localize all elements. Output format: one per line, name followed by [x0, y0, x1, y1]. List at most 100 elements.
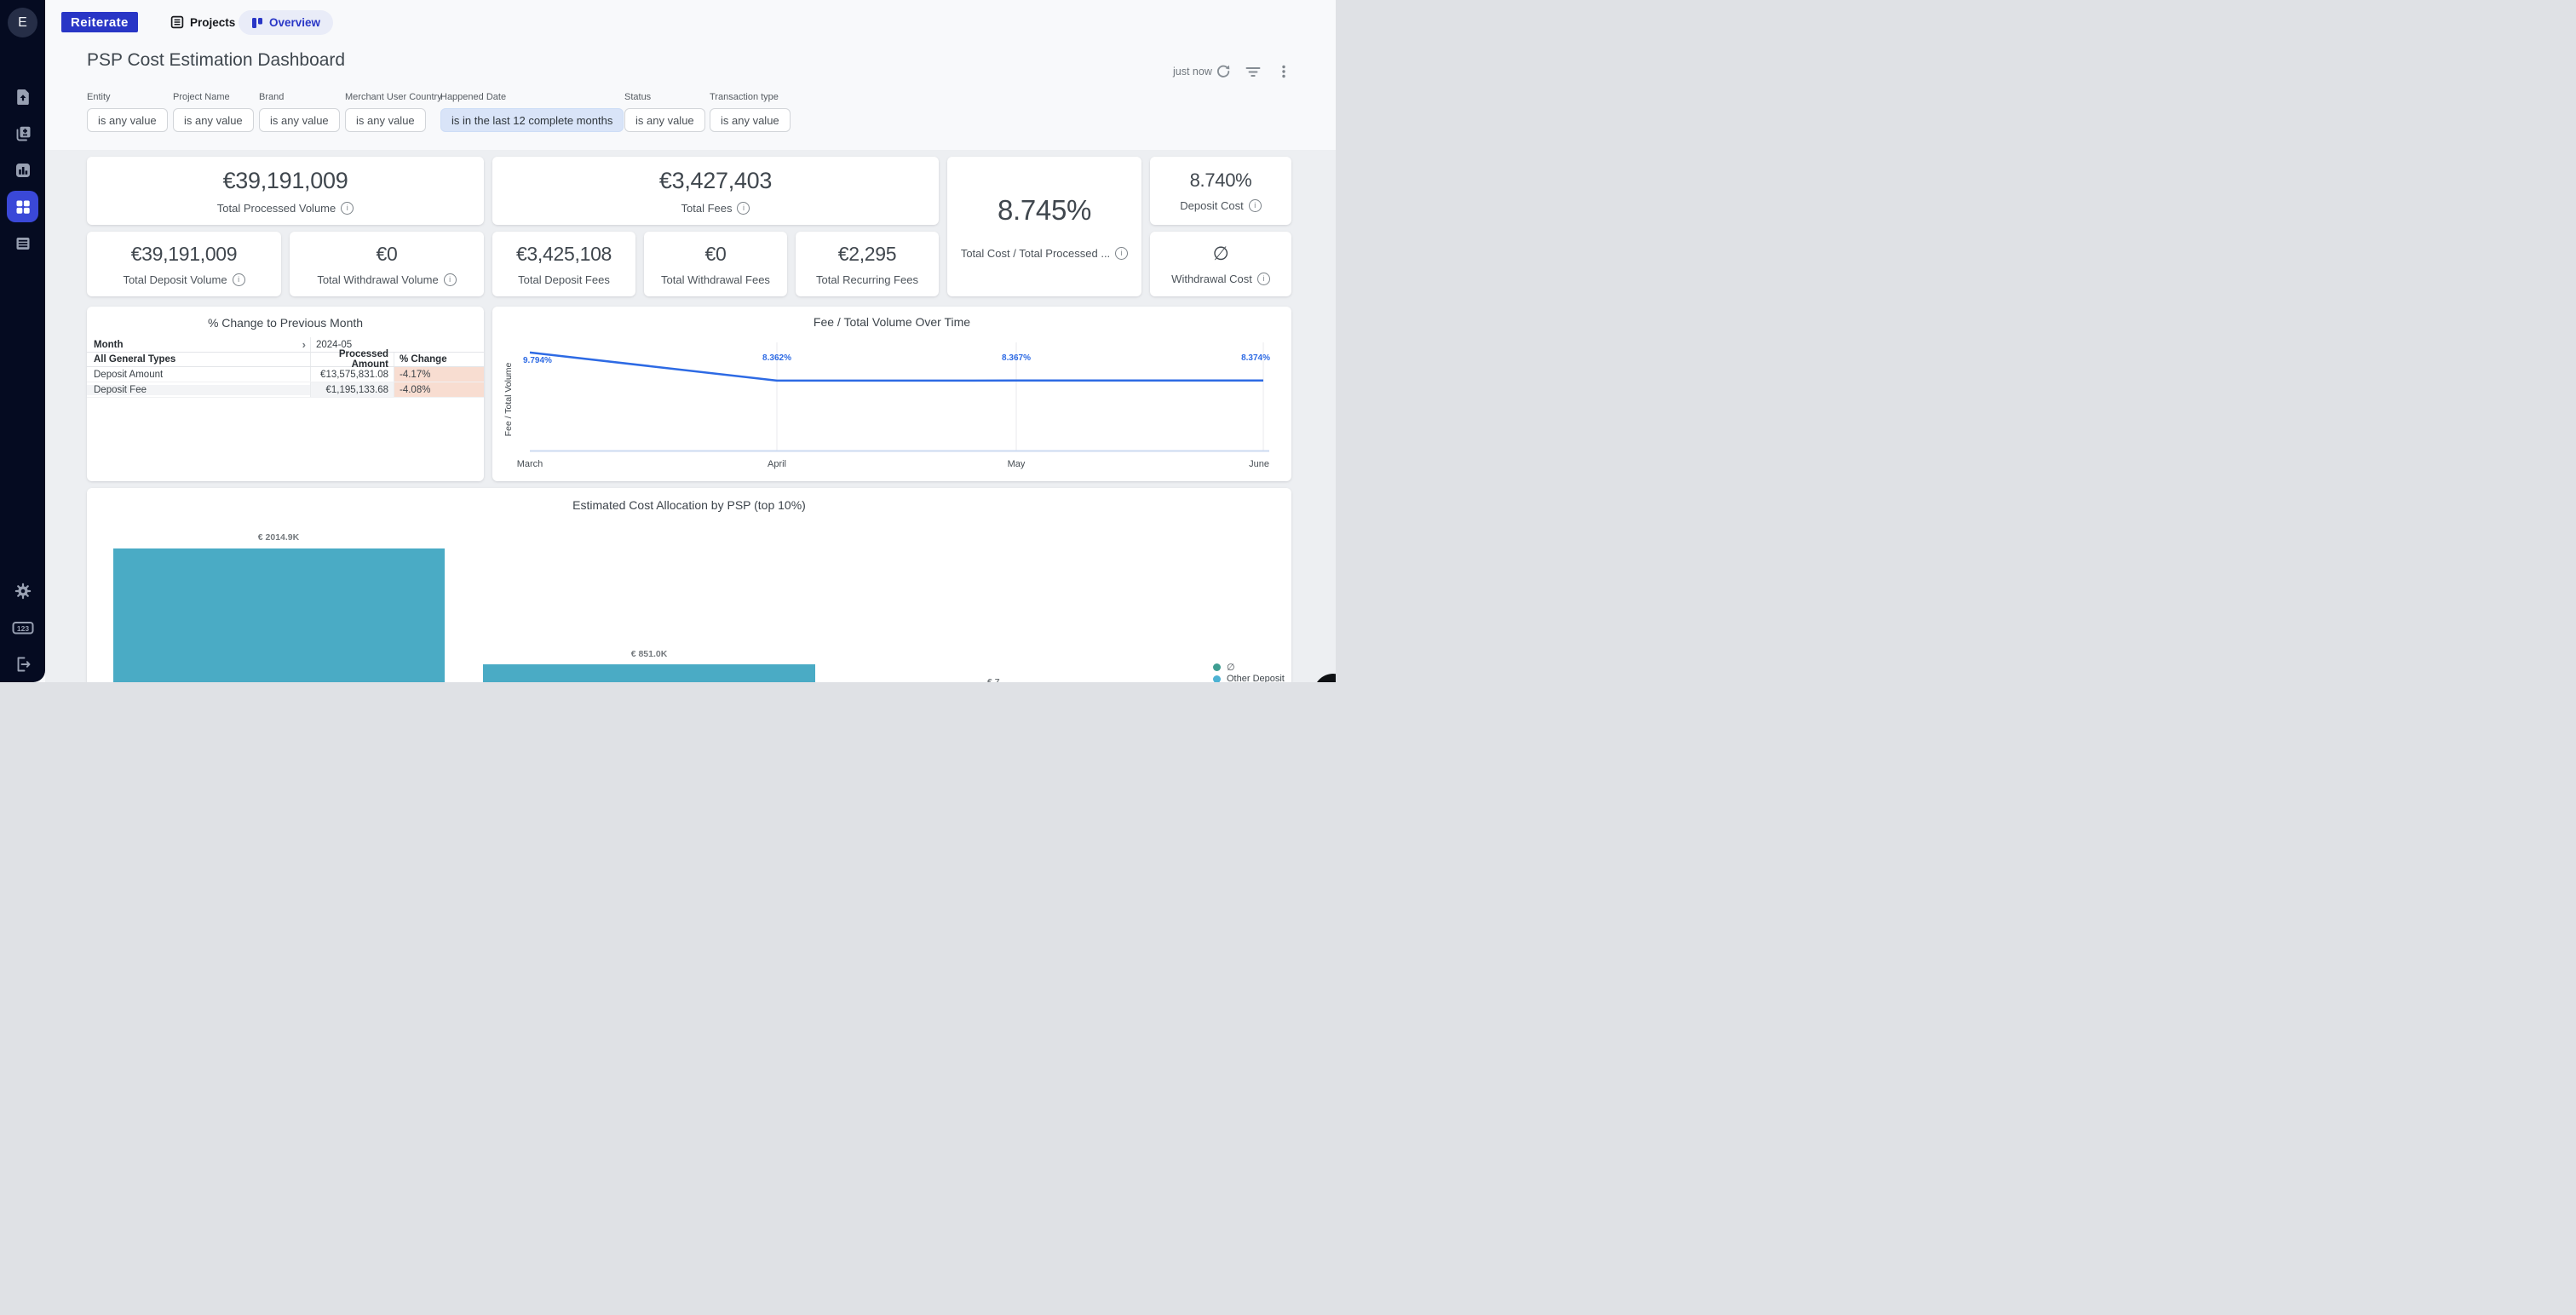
rows-list-icon: [14, 234, 32, 253]
svg-text:123: 123: [16, 624, 28, 633]
numbers-123-icon: 123: [12, 618, 34, 637]
table-row: Deposit Fee €1,195,133.68 -4.08%: [87, 382, 484, 398]
info-icon[interactable]: i: [341, 202, 354, 215]
chevron-right-icon[interactable]: ›: [302, 339, 310, 350]
filter-project-name-value[interactable]: is any value: [173, 108, 254, 132]
kpi-deposit-cost: 8.740% Deposit Costi: [1150, 157, 1291, 225]
cell-pct-change: -4.08%: [394, 382, 484, 397]
kpi-value: €39,191,009: [131, 243, 238, 266]
filter-happened-date-value[interactable]: is in the last 12 complete months: [440, 108, 624, 132]
filter-label: Happened Date: [440, 92, 624, 102]
refresh-icon: [1215, 63, 1232, 80]
kpi-label: Total Cost / Total Processed ...: [961, 247, 1110, 260]
kpi-total-fees: €3,427,403 Total Fees i: [492, 157, 939, 225]
filter-happened-date: Happened Date is in the last 12 complete…: [440, 92, 624, 132]
tab-overview-label: Overview: [269, 16, 320, 29]
kpi-label: Total Withdrawal Volume: [317, 273, 438, 286]
cost-allocation-bar-chart-card: Estimated Cost Allocation by PSP (top 10…: [87, 488, 1291, 682]
kpi-total-recurring-fees: €2,295 Total Recurring Fees: [796, 232, 939, 296]
filter-status: Status is any value: [624, 92, 705, 132]
filter-lines-icon: [1245, 63, 1262, 80]
kpi-label: Total Processed Volume: [217, 202, 336, 215]
info-icon[interactable]: i: [1249, 199, 1262, 212]
col-header-pct-change: % Change: [394, 353, 484, 366]
kpi-label: Total Fees: [681, 202, 733, 215]
bar-psp-1[interactable]: [113, 548, 445, 682]
filter-entity-value[interactable]: is any value: [87, 108, 168, 132]
filter-status-value[interactable]: is any value: [624, 108, 705, 132]
table-month-header-row: Month› 2024-05: [87, 337, 484, 353]
sidebar-item-upload-file[interactable]: [0, 87, 45, 107]
refresh-button[interactable]: [1214, 62, 1233, 81]
sidebar-item-rows[interactable]: [0, 233, 45, 254]
bar-value-label: € 2014.9K: [258, 532, 299, 543]
filter-label: Transaction type: [710, 92, 791, 102]
more-actions-button[interactable]: [1274, 62, 1293, 81]
kpi-value: ∅: [1213, 243, 1229, 265]
tab-projects[interactable]: Projects: [170, 11, 235, 33]
filter-transaction-type-value[interactable]: is any value: [710, 108, 791, 132]
filters-toggle-button[interactable]: [1244, 62, 1262, 81]
file-upload-icon: [14, 88, 32, 106]
projects-list-icon: [170, 15, 184, 29]
kpi-label: Total Withdrawal Fees: [661, 273, 770, 286]
kpi-label: Total Recurring Fees: [816, 273, 918, 286]
kpi-value: €3,427,403: [659, 168, 772, 194]
legend-swatch: [1213, 675, 1221, 683]
sidebar-item-reports[interactable]: [0, 160, 45, 181]
filter-entity: Entity is any value: [87, 92, 168, 132]
filter-project-name: Project Name is any value: [173, 92, 254, 132]
app-window: E: [0, 0, 1336, 682]
filter-merchant-user-country: Merchant User Country is any value: [345, 92, 442, 132]
sidebar-item-numbers[interactable]: 123: [0, 617, 45, 638]
fee-volume-line-chart-card: Fee / Total Volume Over Time Fee / Total…: [492, 307, 1291, 481]
bar-value-label-partial: € 7: [987, 677, 1000, 682]
sidebar-item-library-add[interactable]: [0, 123, 45, 144]
sidebar-item-logout[interactable]: [0, 654, 45, 675]
col-header-processed-amount: Processed Amount: [310, 353, 394, 366]
brand-logo[interactable]: Reiterate: [61, 12, 138, 32]
overview-dashboard-icon: [251, 17, 263, 29]
avatar[interactable]: E: [8, 8, 37, 37]
bar-psp-2[interactable]: [483, 664, 815, 682]
info-icon[interactable]: i: [1115, 247, 1128, 260]
table-column-header-row: All General Types Processed Amount % Cha…: [87, 353, 484, 367]
sidebar-item-dashboards-active[interactable]: [7, 191, 38, 222]
bar-value-label: € 851.0K: [631, 649, 668, 659]
info-icon[interactable]: i: [444, 273, 457, 286]
filter-brand-value[interactable]: is any value: [259, 108, 340, 132]
kpi-value: €0: [705, 243, 727, 266]
fee-volume-line-series[interactable]: [530, 353, 1263, 381]
filter-label: Entity: [87, 92, 168, 102]
sidebar: E: [0, 0, 45, 682]
legend-item[interactable]: ∅: [1213, 661, 1285, 673]
x-axis-label: May: [1008, 459, 1026, 469]
filter-brand: Brand is any value: [259, 92, 340, 132]
info-icon[interactable]: i: [737, 202, 750, 215]
tab-projects-label: Projects: [190, 16, 235, 29]
line-chart-canvas: [492, 307, 1291, 481]
legend-item[interactable]: Other Deposit: [1213, 673, 1285, 682]
point-label: 8.374%: [1241, 353, 1270, 363]
bar-chart-icon: [14, 161, 32, 180]
info-icon[interactable]: i: [233, 273, 245, 286]
comparison-table: Month› 2024-05 All General Types Process…: [87, 337, 484, 398]
filter-merchant-user-country-value[interactable]: is any value: [345, 108, 426, 132]
kpi-withdrawal-cost: ∅ Withdrawal Costi: [1150, 232, 1291, 296]
filter-label: Status: [624, 92, 705, 102]
kpi-value: €39,191,009: [223, 168, 348, 194]
kpi-value: €2,295: [838, 243, 897, 266]
cell-processed-amount: €13,575,831.08: [310, 367, 394, 382]
cell-type: Deposit Fee: [94, 385, 147, 395]
kpi-value: 8.745%: [998, 194, 1091, 227]
col-header-type: All General Types: [94, 354, 175, 365]
point-label: 8.367%: [1002, 353, 1031, 363]
filter-label: Project Name: [173, 92, 254, 102]
sidebar-item-settings[interactable]: [0, 581, 45, 601]
tab-overview[interactable]: Overview: [239, 10, 333, 35]
last-refreshed-label: just now: [1173, 66, 1212, 78]
x-axis-label: April: [768, 459, 786, 469]
legend-label: ∅: [1227, 662, 1235, 673]
info-icon[interactable]: i: [1257, 273, 1270, 285]
kpi-label: Deposit Cost: [1180, 199, 1243, 212]
